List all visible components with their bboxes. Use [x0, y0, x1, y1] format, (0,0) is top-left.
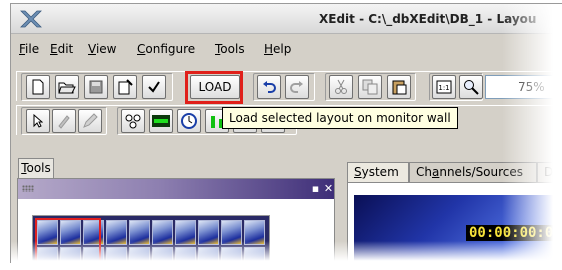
- layout-cell: [129, 247, 150, 263]
- new-button[interactable]: [26, 75, 50, 99]
- network-icon: [125, 114, 141, 129]
- pencil-icon: [83, 113, 98, 128]
- router-tool[interactable]: [121, 109, 145, 133]
- monitor-panel: 00:00:00:00: [347, 182, 562, 263]
- copy-icon: [362, 79, 378, 95]
- timer-tool[interactable]: [149, 109, 173, 133]
- paint-tool[interactable]: [52, 109, 76, 133]
- arrow-cursor-icon: [33, 114, 43, 128]
- validate-button[interactable]: [142, 75, 166, 99]
- paste-button[interactable]: [387, 75, 411, 99]
- menu-help[interactable]: Help: [264, 42, 291, 56]
- main-toolbar: LOAD 1:1 75%: [16, 71, 562, 104]
- tools-tab[interactable]: Tools: [18, 158, 54, 178]
- timer-display-icon: [152, 115, 170, 127]
- load-button[interactable]: LOAD: [190, 75, 240, 99]
- close-icon[interactable]: ✕: [323, 183, 334, 194]
- tab-destinations[interactable]: Dest: [537, 162, 562, 182]
- new-layout-button[interactable]: [113, 75, 137, 99]
- cut-button[interactable]: [329, 75, 353, 99]
- layout-cell: [244, 220, 265, 245]
- layout-cell: [244, 247, 265, 263]
- copy-button[interactable]: [358, 75, 382, 99]
- one-to-one-icon: 1:1: [436, 80, 452, 94]
- clock-icon: [181, 113, 197, 129]
- edit-document-icon: [118, 79, 133, 95]
- clipboard-icon: [392, 80, 407, 95]
- menu-tools[interactable]: Tools: [215, 42, 245, 56]
- load-tooltip: Load selected layout on monitor wall: [222, 107, 458, 129]
- app-window: XEdit - C:\_dbXEdit\DB_1 - Layou File Ed…: [10, 3, 562, 263]
- tab-system[interactable]: System: [347, 162, 409, 182]
- pointer-tool[interactable]: [26, 109, 50, 133]
- menu-view[interactable]: View: [88, 42, 116, 56]
- grip-icon[interactable]: [22, 185, 34, 192]
- save-button[interactable]: [84, 75, 108, 99]
- undo-icon: [263, 81, 276, 93]
- new-document-icon: [32, 79, 44, 95]
- open-folder-icon: [58, 82, 76, 94]
- tab-channels-sources[interactable]: Channels/Sources: [409, 162, 537, 182]
- layout-cell: [198, 220, 219, 245]
- clock-tool[interactable]: [177, 109, 201, 133]
- redo-icon: [290, 81, 303, 93]
- layout-thumbnail[interactable]: [32, 215, 270, 263]
- restore-icon[interactable]: ▪: [310, 183, 321, 194]
- svg-text:1:1: 1:1: [438, 84, 449, 92]
- layout-cell: [152, 220, 173, 245]
- layout-cell: [198, 247, 219, 263]
- brush-icon: [58, 115, 70, 129]
- tools-panel-header[interactable]: ▪ ✕: [18, 179, 334, 199]
- checkmark-icon: [148, 81, 160, 93]
- layout-cell: [221, 220, 242, 245]
- redo-button[interactable]: [285, 75, 309, 99]
- menu-file[interactable]: File: [19, 42, 39, 56]
- tools-panel: ▪ ✕: [17, 178, 335, 263]
- menu-bar: File Edit View Configure Tools Help: [11, 40, 562, 60]
- monitor-preview[interactable]: 00:00:00:00: [354, 195, 562, 263]
- layout-cell: [106, 220, 127, 245]
- save-disk-icon: [89, 80, 103, 94]
- zoom-level-field[interactable]: 75%: [485, 75, 562, 99]
- layout-cell: [106, 247, 127, 263]
- menu-configure[interactable]: Configure: [137, 42, 195, 56]
- undo-button[interactable]: [257, 75, 281, 99]
- pen-tool[interactable]: [78, 109, 102, 133]
- actual-size-button[interactable]: 1:1: [432, 75, 456, 99]
- layout-cell: [129, 220, 150, 245]
- magnifier-icon: [464, 80, 479, 95]
- layout-cell: [221, 247, 242, 263]
- selected-layout-frame: [35, 218, 101, 263]
- layout-cell: [175, 220, 196, 245]
- layout-cell: [175, 247, 196, 263]
- zoom-button[interactable]: [459, 75, 483, 99]
- layout-cell: [152, 247, 173, 263]
- scissors-icon: [335, 79, 347, 94]
- title-bar[interactable]: XEdit - C:\_dbXEdit\DB_1 - Layou: [11, 4, 562, 34]
- window-title: XEdit - C:\_dbXEdit\DB_1 - Layou: [319, 12, 537, 26]
- timecode-display: 00:00:00:00: [466, 225, 562, 241]
- xedit-logo-icon: [20, 10, 42, 28]
- menu-edit[interactable]: Edit: [50, 42, 73, 56]
- open-button[interactable]: [55, 75, 79, 99]
